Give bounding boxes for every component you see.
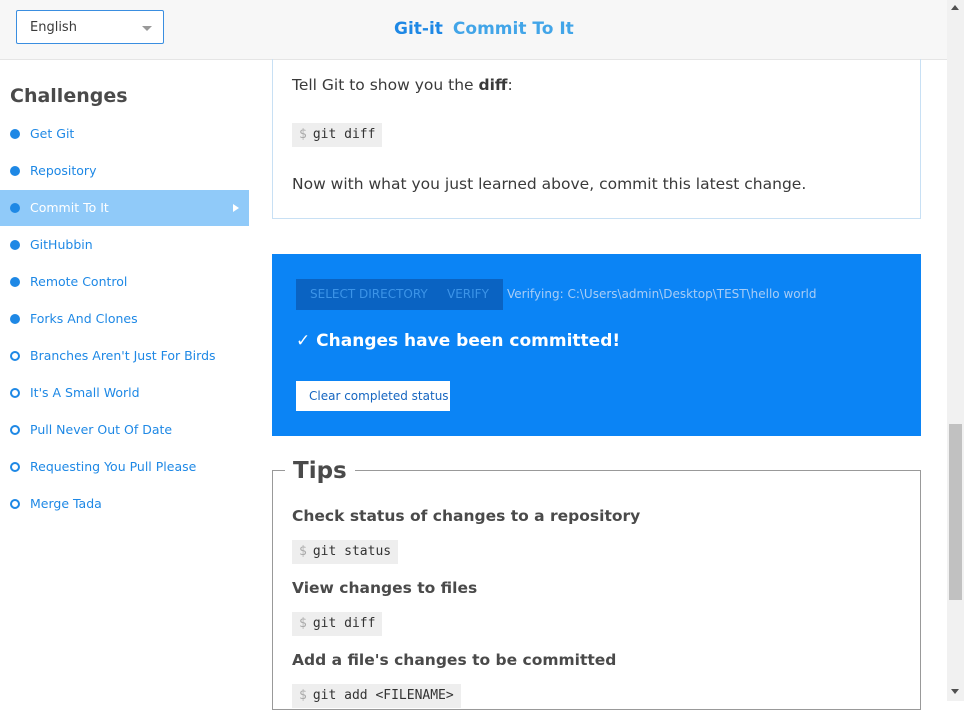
scroll-up-arrow-icon[interactable] (951, 5, 959, 10)
sidebar-item-pull-never-out-of-date[interactable]: Pull Never Out Of Date (0, 412, 249, 448)
committed-message: ✓ Changes have been committed! (296, 331, 621, 351)
diff-instruction-text: Tell Git to show you the (292, 76, 479, 94)
tip-title: View changes to files (292, 579, 478, 597)
tip-title: Add a file's changes to be committed (292, 651, 617, 669)
sidebar-item-label: Branches Aren't Just For Birds (30, 348, 216, 363)
instructions-box: Tell Git to show you the diff: $ git diff… (272, 59, 921, 219)
app-header: English Git-it Commit To It (0, 0, 947, 60)
incomplete-dot-icon (10, 425, 20, 435)
vertical-scrollbar[interactable] (947, 0, 964, 701)
sidebar-item-label: Merge Tada (30, 496, 102, 511)
sidebar-item-label: Requesting You Pull Please (30, 459, 197, 474)
sidebar-item-label: Forks And Clones (30, 311, 138, 326)
completed-dot-icon (10, 166, 20, 176)
language-select[interactable]: English (16, 10, 164, 44)
sidebar-heading: Challenges (10, 85, 128, 107)
sidebar-item-label: GitHubbin (30, 237, 93, 252)
tips-heading: Tips (285, 458, 355, 484)
sidebar-item-label: Remote Control (30, 274, 128, 289)
sidebar-item-merge-tada[interactable]: Merge Tada (0, 486, 249, 522)
code-snippet: $ git status (292, 540, 399, 564)
chevron-down-icon (142, 26, 152, 31)
challenges-sidebar: Challenges Get Git Repository Commit To … (0, 60, 249, 701)
incomplete-dot-icon (10, 351, 20, 361)
diff-keyword: diff (478, 76, 508, 94)
challenge-title: Commit To It (452, 19, 574, 39)
clear-status-button[interactable]: Clear completed status (296, 381, 450, 411)
scroll-thumb[interactable] (949, 424, 962, 600)
code-command: git diff (312, 616, 376, 631)
completed-dot-icon (10, 129, 20, 139)
verifying-path: Verifying: C:\Users\admin\Desktop\TEST\h… (507, 287, 817, 301)
incomplete-dot-icon (10, 462, 20, 472)
completed-dot-icon (10, 240, 20, 250)
sidebar-item-forks-and-clones[interactable]: Forks And Clones (0, 301, 249, 337)
tips-panel: Tips Check status of changes to a reposi… (272, 458, 921, 710)
verify-button[interactable]: VERIFY (433, 279, 503, 310)
app-name: Git-it (394, 19, 443, 39)
page-title: Git-it Commit To It (394, 19, 574, 39)
diff-instruction: Tell Git to show you the diff: (292, 76, 513, 94)
sidebar-item-commit-to-it[interactable]: Commit To It (0, 190, 249, 226)
code-snippet: $ git diff (292, 612, 383, 636)
sidebar-item-label: Get Git (30, 126, 75, 141)
sidebar-item-label: Repository (30, 163, 97, 178)
play-arrow-icon (233, 204, 239, 212)
completed-dot-icon (10, 277, 20, 287)
sidebar-item-label: Commit To It (30, 200, 109, 215)
sidebar-item-label: Pull Never Out Of Date (30, 422, 173, 437)
prompt-symbol: $ (299, 616, 307, 631)
completed-dot-icon (10, 314, 20, 324)
code-command: git status (312, 544, 392, 559)
sidebar-item-repository[interactable]: Repository (0, 153, 249, 189)
commit-instruction: Now with what you just learned above, co… (292, 175, 807, 193)
sidebar-item-requesting-you-pull[interactable]: Requesting You Pull Please (0, 449, 249, 485)
code-snippet: $ git add <FILENAME> (292, 684, 461, 708)
diff-instruction-colon: : (507, 76, 513, 94)
sidebar-item-branches[interactable]: Branches Aren't Just For Birds (0, 338, 249, 374)
sidebar-item-label: It's A Small World (30, 385, 140, 400)
select-directory-button[interactable]: SELECT DIRECTORY (296, 279, 442, 310)
sidebar-item-githubbin[interactable]: GitHubbin (0, 227, 249, 263)
completed-dot-icon (10, 203, 20, 213)
prompt-symbol: $ (299, 127, 307, 142)
code-snippet: $ git diff (292, 123, 383, 147)
incomplete-dot-icon (10, 388, 20, 398)
incomplete-dot-icon (10, 499, 20, 509)
code-command: git diff (312, 127, 376, 142)
language-select-value: English (30, 20, 77, 35)
verify-panel: SELECT DIRECTORY VERIFY Verifying: C:\Us… (272, 254, 921, 436)
tip-title: Check status of changes to a repository (292, 507, 641, 525)
prompt-symbol: $ (299, 544, 307, 559)
scroll-down-arrow-icon[interactable] (951, 689, 959, 694)
sidebar-item-remote-control[interactable]: Remote Control (0, 264, 249, 300)
sidebar-item-small-world[interactable]: It's A Small World (0, 375, 249, 411)
sidebar-item-get-git[interactable]: Get Git (0, 116, 249, 152)
